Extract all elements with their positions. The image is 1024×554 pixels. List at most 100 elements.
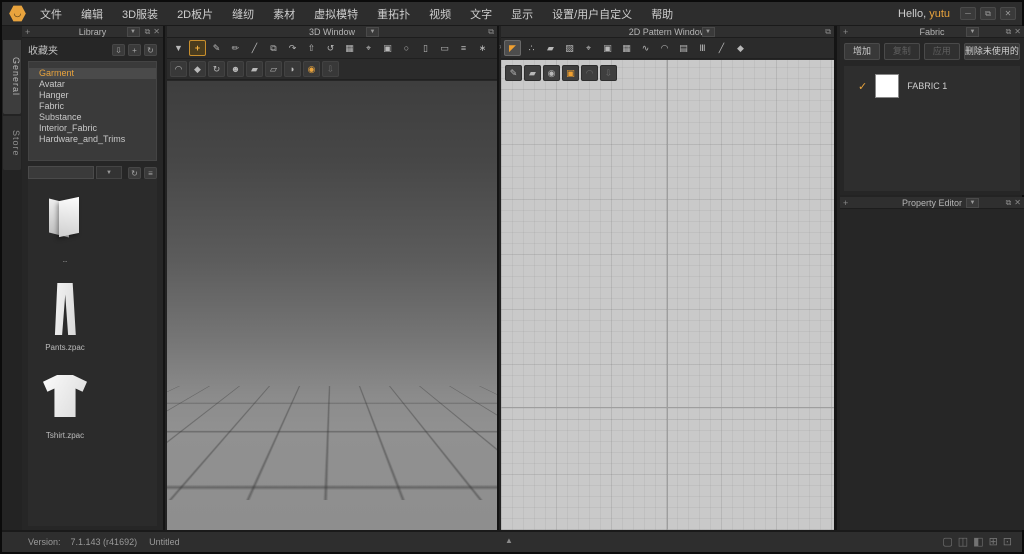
restore-button[interactable]: ⧉: [980, 7, 996, 20]
float-panel-icon[interactable]: ⧉: [825, 26, 831, 38]
reset-arrangement-icon[interactable]: ↺: [322, 40, 339, 56]
pin-tool-icon[interactable]: ⌖: [360, 40, 377, 56]
library-item-interior-fabric[interactable]: Interior_Fabric: [29, 123, 156, 134]
pin-icon[interactable]: +: [25, 27, 30, 37]
layout-quad-icon[interactable]: ⊞: [989, 534, 998, 550]
chevron-down-icon[interactable]: ▼: [966, 198, 979, 208]
show-pattern-box-icon[interactable]: ▣: [562, 65, 579, 81]
collapse-handle-icon[interactable]: ▲: [505, 536, 513, 545]
sewing-machine-icon[interactable]: ▣: [379, 40, 396, 56]
thumbnail-pants[interactable]: Pants.zpac: [36, 281, 94, 367]
menu-sewing[interactable]: 缝纫: [232, 6, 254, 22]
export-pattern-icon[interactable]: ⇩: [600, 65, 617, 81]
transform-pattern-icon[interactable]: ◤: [504, 40, 521, 56]
menu-material[interactable]: 素材: [273, 6, 295, 22]
menu-text[interactable]: 文字: [470, 6, 492, 22]
library-item-garment[interactable]: Garment: [29, 68, 156, 79]
layout-settings-icon[interactable]: ⊡: [1003, 534, 1012, 550]
grading-icon[interactable]: ▦: [341, 40, 358, 56]
view-mode-icon[interactable]: ≡: [144, 167, 157, 179]
zoom-pattern-icon[interactable]: ◉: [543, 65, 560, 81]
float-panel-icon[interactable]: ⧉: [145, 26, 151, 38]
delete-unused-button[interactable]: 删除未使用的: [964, 43, 1020, 60]
fabric-list-item[interactable]: ✓ FABRIC 1: [844, 66, 1020, 98]
library-item-hanger[interactable]: Hanger: [29, 90, 156, 101]
chevron-down-icon[interactable]: ▼: [966, 27, 979, 37]
library-item-fabric[interactable]: Fabric: [29, 101, 156, 112]
menu-display[interactable]: 显示: [511, 6, 533, 22]
library-item-hardware-and-trims[interactable]: Hardware_and_Trims: [29, 134, 156, 145]
add-favorite-icon[interactable]: +: [128, 44, 141, 56]
simulate-icon[interactable]: ▼: [170, 40, 187, 56]
show-garment-2d-icon[interactable]: ◠: [656, 40, 673, 56]
chevron-down-icon[interactable]: ▼: [127, 27, 140, 37]
arrange-up-icon[interactable]: ⇧: [303, 40, 320, 56]
menu-avatar[interactable]: 虚拟模特: [314, 6, 358, 22]
grading-2d-icon[interactable]: ▦: [618, 40, 635, 56]
avatar-fit-icon[interactable]: ▯: [417, 40, 434, 56]
menu-edit[interactable]: 编辑: [81, 6, 103, 22]
chevron-down-icon[interactable]: ▼: [366, 27, 379, 37]
app-logo-icon[interactable]: ◡: [9, 5, 26, 22]
flatten-to-2d-icon[interactable]: ▭: [436, 40, 453, 56]
tab-general[interactable]: General: [3, 40, 21, 114]
show-garment-icon[interactable]: ◆: [189, 61, 206, 77]
menu-video[interactable]: 视频: [429, 6, 451, 22]
menu-settings-customize[interactable]: 设置/用户自定义: [552, 6, 632, 22]
show-mannequin-icon[interactable]: ◗: [284, 61, 301, 77]
close-panel-icon[interactable]: ✕: [153, 26, 160, 38]
gizmo-icon[interactable]: ∗: [474, 40, 491, 56]
edit-pattern-icon[interactable]: ∴: [523, 40, 540, 56]
float-panel-icon[interactable]: ⧉: [1006, 197, 1012, 209]
library-item-avatar[interactable]: Avatar: [29, 79, 156, 90]
pin-icon[interactable]: +: [843, 198, 848, 208]
layout-split-3-icon[interactable]: ◧: [973, 534, 983, 550]
pin-2d-icon[interactable]: ⌖: [580, 40, 597, 56]
notch-icon[interactable]: ∿: [637, 40, 654, 56]
show-avatar-icon[interactable]: ☻: [227, 61, 244, 77]
pleats-icon[interactable]: Ⅲ: [694, 40, 711, 56]
2d-viewport[interactable]: ✎ ▰ ◉ ▣ ◠ ⇩: [501, 60, 834, 530]
import-icon[interactable]: ⇩: [112, 44, 125, 56]
show-fabric-icon[interactable]: ▰: [246, 61, 263, 77]
sync-simulation-icon[interactable]: ↻: [208, 61, 225, 77]
steam-brush-icon[interactable]: ○: [398, 40, 415, 56]
refresh-icon[interactable]: ↻: [144, 44, 157, 56]
add-fabric-button[interactable]: 增加: [844, 43, 880, 60]
float-panel-icon[interactable]: ⧉: [488, 26, 494, 38]
fabric-swatch[interactable]: [875, 74, 899, 98]
thumbnail-parent-folder[interactable]: ..: [36, 193, 94, 279]
close-button[interactable]: ✕: [1000, 7, 1016, 20]
sync-to-3d-icon[interactable]: ◆: [732, 40, 749, 56]
tab-store[interactable]: Store: [3, 116, 21, 170]
show-seamline-icon[interactable]: ▱: [265, 61, 282, 77]
menu-2d-pattern[interactable]: 2D板片: [177, 6, 213, 22]
select-move-icon[interactable]: +: [189, 40, 206, 56]
close-panel-icon[interactable]: ✕: [1014, 26, 1021, 38]
username[interactable]: yutu: [929, 8, 950, 20]
render-mode-icon[interactable]: ◉: [303, 61, 320, 77]
garment-toggle-icon[interactable]: ◠: [581, 65, 598, 81]
show-hat-icon[interactable]: ◠: [170, 61, 187, 77]
layout-single-icon[interactable]: ▢: [942, 534, 952, 550]
pattern-outline-icon[interactable]: ▰: [524, 65, 541, 81]
minimize-button[interactable]: ─: [960, 7, 976, 20]
close-panel-icon[interactable]: ✕: [1014, 197, 1021, 209]
copy-fabric-button[interactable]: 复制: [884, 43, 920, 60]
menu-file[interactable]: 文件: [40, 6, 62, 22]
apply-fabric-button[interactable]: 应用: [924, 43, 960, 60]
trace-icon[interactable]: ╱: [713, 40, 730, 56]
thumbnail-tshirt[interactable]: Tshirt.zpac: [36, 369, 94, 455]
arrangement-icon[interactable]: ↷: [284, 40, 301, 56]
search-input[interactable]: [28, 166, 94, 179]
library-item-substance[interactable]: Substance: [29, 112, 156, 123]
menu-3d-garment[interactable]: 3D服装: [122, 6, 158, 22]
layout-split-2-icon[interactable]: ◫: [958, 534, 968, 550]
menu-help[interactable]: 帮助: [651, 6, 673, 22]
export-snapshot-icon[interactable]: ⇩: [322, 61, 339, 77]
flatten-patterns-icon[interactable]: ⧉: [265, 40, 282, 56]
brush-garment-icon[interactable]: ✏: [227, 40, 244, 56]
search-dropdown-icon[interactable]: ▼: [96, 166, 122, 179]
select-mesh-icon[interactable]: ✎: [208, 40, 225, 56]
float-panel-icon[interactable]: ⧉: [1006, 26, 1012, 38]
